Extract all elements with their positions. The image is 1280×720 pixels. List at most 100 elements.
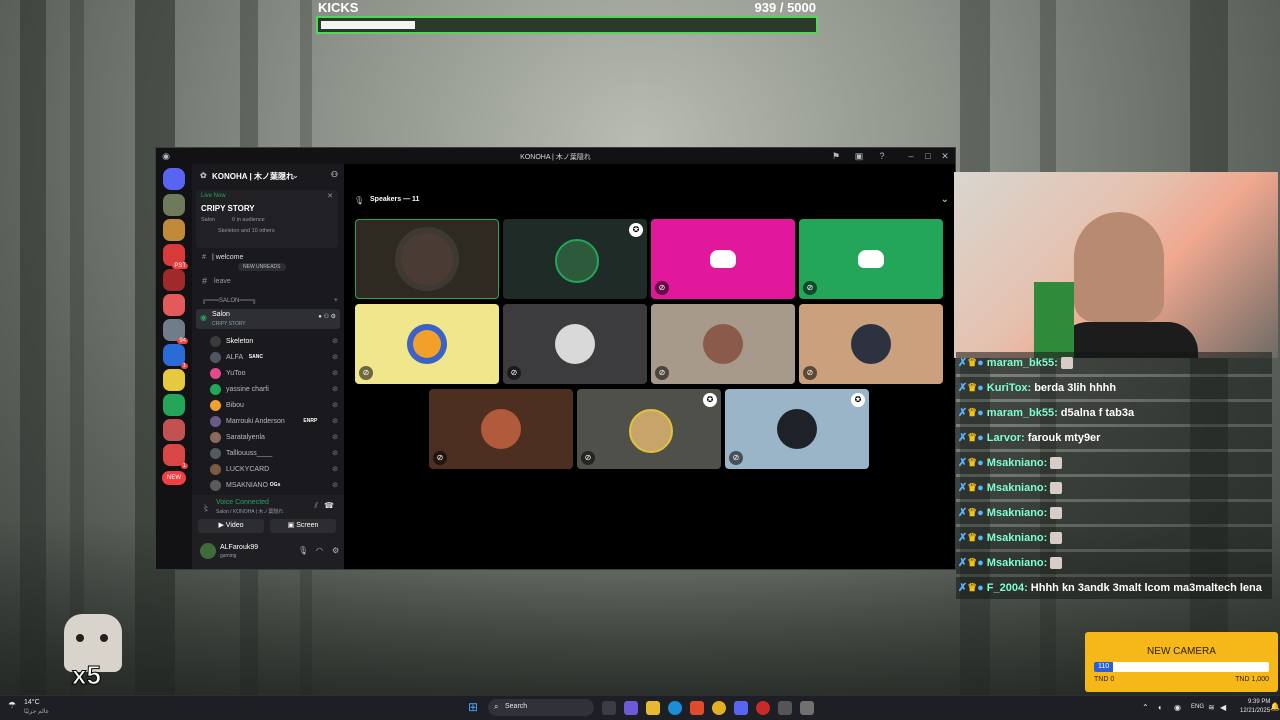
help-icon[interactable]: ? [876,150,888,162]
add-channel-icon[interactable]: + [334,297,338,304]
streamer-figure [1074,212,1164,322]
app-icon[interactable] [800,701,814,715]
speaker-avatar [481,409,521,449]
close-icon[interactable]: ✕ [939,150,951,162]
speaker-tile[interactable]: ✪ ⊘ [577,389,721,469]
disconnect-icon[interactable]: ☎ [324,501,334,510]
kicks-fill [321,21,415,29]
moderator-badge-icon: ✪ [703,393,717,407]
minimize-icon[interactable]: – [905,150,917,162]
add-member-icon[interactable]: ⚇ [331,170,338,179]
edge-icon[interactable] [668,701,682,715]
server-icon[interactable]: 94 [163,319,188,344]
user-avatar[interactable] [200,543,216,559]
notification-icon[interactable]: 🔔 [1270,702,1280,711]
server-icon[interactable] [163,269,185,291]
voice-user-item[interactable]: yassine charfi ⊘ [210,383,338,397]
weather-icon[interactable]: ☂ [8,700,16,711]
chat-username: Msakniano: [986,532,1048,544]
flag-icon[interactable]: ⚑ [830,150,842,162]
voice-user-item[interactable]: YuToo ⊘ [210,367,338,381]
speaker-tile[interactable]: ⊘ [799,304,943,384]
voice-user-item[interactable]: Marrouki Anderson ENRP ⊘ [210,415,338,429]
tray-app-icon[interactable]: ◐ [1158,703,1163,712]
chat-username: Msakniano: [986,482,1048,494]
copilot-icon[interactable] [624,701,638,715]
muted-mic-icon: ⊘ [359,366,373,380]
voice-channel-salon[interactable]: ◉ Salon CRIPY STORY ● ⚇ ⚙ [196,309,340,329]
new-unreads-pill[interactable]: NEW UNREADS [238,263,286,271]
voice-user-name: Bibou [226,402,244,409]
search-icon: ⌕ [494,702,499,711]
user-avatar [210,464,221,475]
badge-icons: ✗♛● [958,457,987,469]
speaker-tile[interactable] [355,219,499,299]
new-server-pill[interactable]: NEW [162,471,186,485]
server-icon[interactable] [163,419,185,441]
wifi-icon[interactable]: ≋ [1208,703,1215,712]
channel-leave[interactable]: # leave [196,275,340,289]
chrome-icon[interactable] [712,701,726,715]
settings-app-icon[interactable] [778,701,792,715]
server-icon[interactable] [163,394,185,416]
kicks-title: KICKS [318,0,359,15]
task-view-icon[interactable] [602,701,616,715]
speaker-tile[interactable]: ⊘ [799,219,943,299]
server-icon-pst[interactable]: PST [163,244,188,269]
speaker-tile[interactable]: ⊘ [651,219,795,299]
speaker-tile[interactable]: ⊘ [355,304,499,384]
recorder-icon[interactable] [756,701,770,715]
discord-taskbar-icon[interactable] [734,701,748,715]
speaker-tile[interactable]: ✪ [503,219,647,299]
speaker-avatar [777,409,817,449]
volume-icon[interactable]: ◀ [1220,703,1226,712]
clock-time[interactable]: 9:39 PM [1248,699,1270,705]
user-tag: SANC [248,354,263,360]
start-windows-icon[interactable]: ⊞ [468,701,478,713]
server-icon[interactable] [163,294,185,316]
maximize-icon[interactable]: □ [922,150,934,162]
speaker-tile[interactable]: ⊘ [429,389,573,469]
server-header[interactable]: ✿ KONOHA | 木ノ葉隠れ ⌄ ⚇ [192,164,344,184]
server-icon-konoha[interactable] [163,194,185,216]
tray-chevron-icon[interactable]: ⌃ [1142,703,1149,712]
screen-share-button[interactable]: ▣ Screen [270,519,336,533]
settings-gear-icon[interactable]: ⚙ [332,546,339,555]
language-indicator[interactable]: ENG [1191,704,1204,710]
headphones-icon[interactable]: ◠ [316,546,323,555]
dismiss-icon[interactable]: ✕ [327,192,333,200]
chevron-down-icon[interactable]: ⌄ [941,194,949,205]
category-salon[interactable]: ╔═══SALON═══╗ + [196,295,340,309]
live-now-card[interactable]: Live Now ✕ CRIPY STORY Salon 0 in audien… [196,190,338,248]
voice-user-item[interactable]: Saratalyenla ⊘ [210,431,338,445]
muted-mic-icon: ⊘ [332,434,338,441]
voice-user-item[interactable]: Talllouuss____ ⊘ [210,447,338,461]
inbox-icon[interactable]: ▣ [853,150,865,162]
speaker-tile[interactable]: ⊘ [651,304,795,384]
voice-user-item[interactable]: MSAKNIANO OGs ⊘ [210,479,338,493]
voice-user-item[interactable]: ALFA SANC ⊘ [210,351,338,365]
channel-actions-icon[interactable]: ● ⚇ ⚙ [318,313,336,320]
video-button[interactable]: ▶ Video [198,519,264,533]
server-icon[interactable]: 1 [163,444,188,469]
noise-suppression-icon[interactable]: ⫽ [314,501,318,511]
server-icon[interactable]: 1 [163,344,188,369]
microphone-icon[interactable]: 🎙 [298,546,308,555]
muted-mic-icon: ⊘ [332,386,338,393]
direct-messages-icon[interactable] [163,168,185,190]
speaker-tile[interactable]: ⊘ [503,304,647,384]
voice-user-item[interactable]: LUCKYCARD ⊘ [210,463,338,477]
voice-user-item[interactable]: Skeleton ⊘ [210,335,338,349]
tray-app-icon[interactable]: ◉ [1174,703,1181,712]
server-icon[interactable] [163,369,185,391]
speaker-tile[interactable]: ✪ ⊘ [725,389,869,469]
file-explorer-icon[interactable] [646,701,660,715]
search-box[interactable]: ⌕ Search [488,699,594,716]
voice-user-item[interactable]: Bibou ⊘ [210,399,338,413]
brave-icon[interactable] [690,701,704,715]
discord-icon: ◉ [162,151,170,161]
chat-text: farouk mty9er [1027,432,1101,444]
server-icon[interactable] [163,219,185,241]
speaker-avatar [629,409,673,453]
clock-date[interactable]: 12/21/2025 [1240,708,1270,714]
